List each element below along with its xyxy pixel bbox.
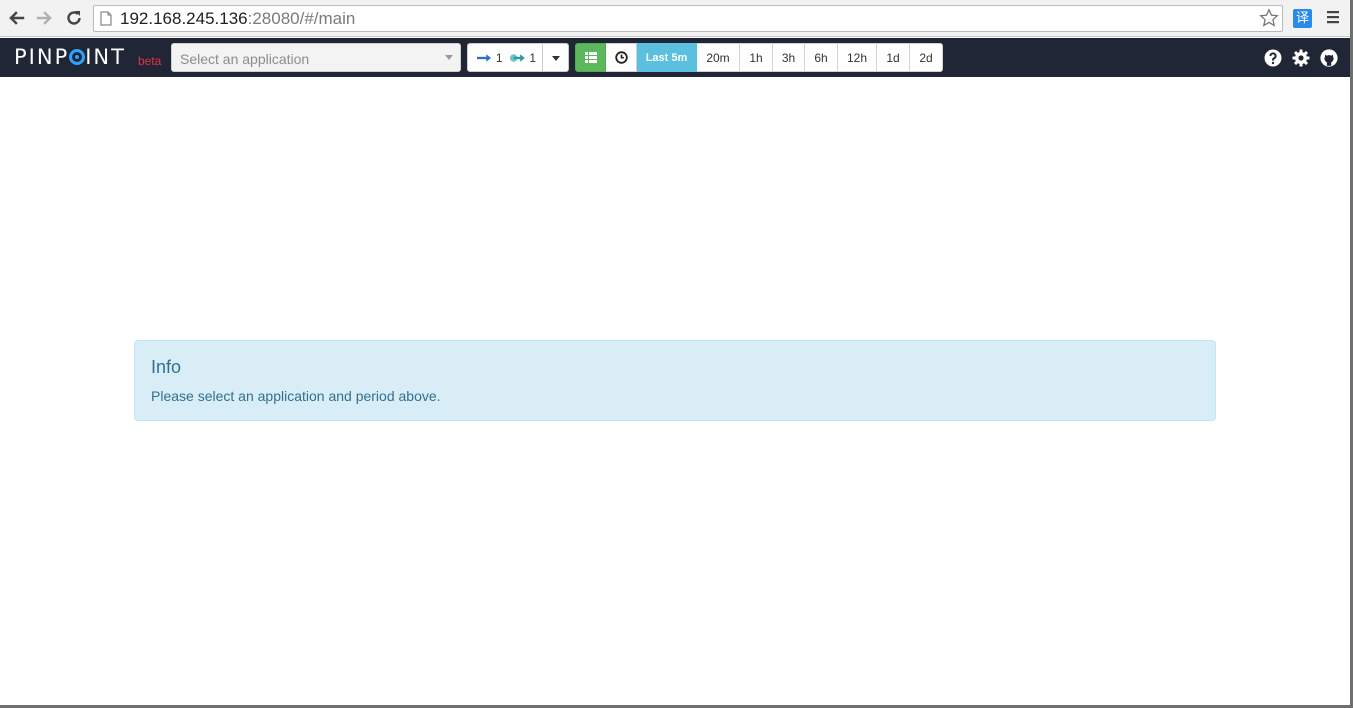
- url-path: :28080/#/main: [247, 9, 356, 28]
- back-arrow-icon[interactable]: [4, 6, 28, 30]
- list-icon: [584, 52, 597, 63]
- inbound-arrow-icon: [477, 53, 491, 62]
- period-last-5m[interactable]: Last 5m: [637, 43, 697, 72]
- inbound-depth-value: 1: [495, 50, 503, 65]
- period-3h[interactable]: 3h: [773, 43, 805, 72]
- application-select[interactable]: Select an application: [171, 43, 461, 72]
- select-caret-icon: [445, 55, 453, 60]
- forward-arrow-icon[interactable]: [33, 6, 57, 30]
- pinpoint-logo[interactable]: PINP INT: [14, 45, 126, 69]
- search-depth-button[interactable]: 1 1: [467, 43, 543, 72]
- page-icon: [100, 11, 112, 31]
- browser-toolbar: 192.168.245.136:28080/#/main 译: [0, 0, 1350, 37]
- period-20m[interactable]: 20m: [697, 43, 740, 72]
- time-picker-button[interactable]: [606, 43, 637, 72]
- translate-icon[interactable]: 译: [1293, 9, 1312, 28]
- logo-o-icon: [69, 49, 86, 65]
- list-view-button[interactable]: [575, 43, 606, 72]
- info-alert: Info Please select an application and pe…: [134, 340, 1216, 421]
- browser-window: 192.168.245.136:28080/#/main 译 PINP INT b…: [0, 0, 1353, 708]
- outbound-depth-value: 1: [529, 50, 536, 65]
- period-selector: Last 5m 20m 1h 3h 6h 12h 1d 2d: [575, 43, 943, 72]
- reload-icon[interactable]: [62, 6, 86, 30]
- beta-badge: beta: [138, 54, 162, 68]
- period-12h[interactable]: 12h: [838, 43, 877, 72]
- bookmark-star-icon[interactable]: [1259, 8, 1279, 33]
- info-message: Please select an application and period …: [151, 388, 441, 404]
- browser-menu-icon[interactable]: [1325, 8, 1341, 31]
- gear-icon[interactable]: [1292, 49, 1310, 67]
- application-select-placeholder: Select an application: [180, 51, 310, 67]
- period-1h[interactable]: 1h: [740, 43, 773, 72]
- outbound-arrow-icon: [509, 53, 525, 62]
- logo-text-left: PINP: [14, 45, 70, 69]
- search-depth-group: 1 1: [467, 43, 569, 72]
- app-navbar: PINP INT beta Select an application 1 1 L…: [0, 38, 1350, 77]
- info-title: Info: [151, 357, 182, 377]
- period-6h[interactable]: 6h: [805, 43, 838, 72]
- clock-icon: [614, 51, 628, 64]
- logo-text-right: INT: [85, 45, 126, 69]
- address-bar[interactable]: 192.168.245.136:28080/#/main: [93, 5, 1283, 32]
- depth-dropdown-toggle[interactable]: [543, 43, 569, 72]
- url-text: 192.168.245.136:28080/#/main: [120, 9, 355, 29]
- period-2d[interactable]: 2d: [910, 43, 943, 72]
- github-icon[interactable]: [1320, 49, 1338, 67]
- period-1d[interactable]: 1d: [877, 43, 910, 72]
- url-host: 192.168.245.136: [120, 9, 248, 28]
- help-icon[interactable]: [1264, 49, 1282, 67]
